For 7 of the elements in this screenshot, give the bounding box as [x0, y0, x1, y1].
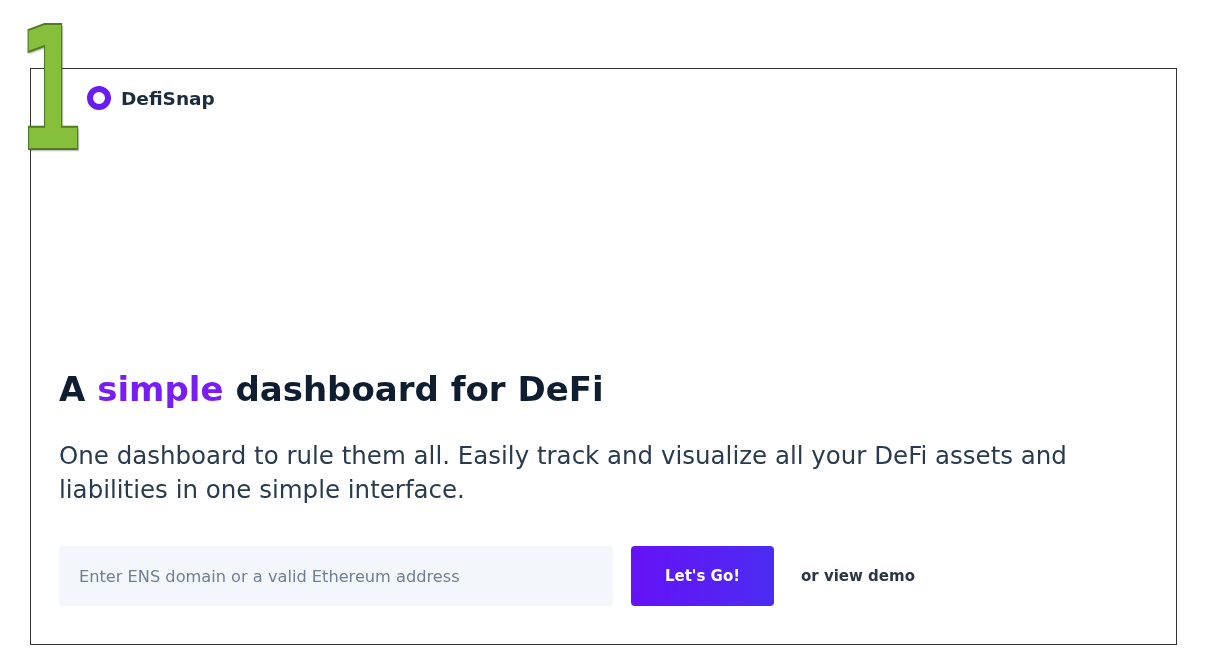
hero-heading: A simple dashboard for DeFi	[59, 369, 605, 410]
view-demo-link[interactable]: or view demo	[801, 567, 915, 585]
ring-logo-icon	[87, 86, 111, 110]
submit-button[interactable]: Let's Go!	[631, 546, 774, 606]
address-input-field[interactable]: Enter ENS domain or a valid Ethereum address	[59, 546, 613, 606]
brand-name: DefiSnap	[121, 87, 215, 109]
hero-description: One dashboard to rule them all. Easily track and visualize all your DeFi assets and liabilities in one simple interface.	[59, 440, 1068, 506]
